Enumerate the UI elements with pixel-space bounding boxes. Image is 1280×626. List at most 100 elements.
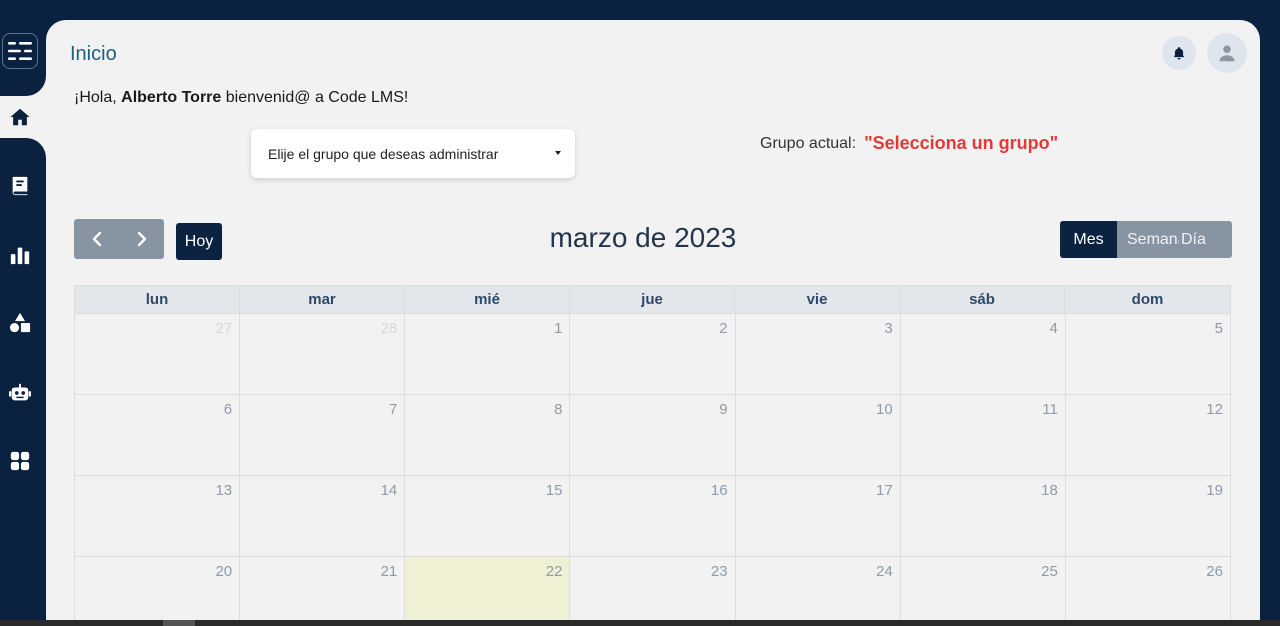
caret-down-icon (555, 151, 561, 155)
calendar-day[interactable]: 4 (900, 314, 1066, 395)
day-number[interactable]: 27 (215, 320, 232, 337)
calendar-day[interactable]: 8 (405, 395, 571, 476)
day-number[interactable]: 26 (1206, 563, 1223, 580)
calendar-day[interactable]: 17 (735, 476, 901, 557)
sidebar-item-home[interactable] (0, 97, 40, 137)
calendar-day[interactable]: 20 (75, 557, 241, 620)
calendar-day[interactable]: 10 (735, 395, 901, 476)
sidebar-item-courses[interactable] (0, 166, 40, 206)
book-icon (12, 176, 28, 196)
calendar-day[interactable]: 3 (735, 314, 901, 395)
home-icon (10, 108, 30, 126)
bottom-scrollbar[interactable] (0, 620, 1280, 626)
sidebar (0, 0, 46, 626)
avatar[interactable] (1207, 33, 1247, 73)
view-switcher: Mes Semana Día (1060, 221, 1232, 258)
day-number[interactable]: 9 (719, 401, 727, 418)
greeting-suffix: bienvenid@ a Code LMS! (225, 89, 409, 106)
day-number[interactable]: 12 (1206, 401, 1223, 418)
active-tab-curve-top (0, 76, 46, 96)
calendar-day[interactable]: 1 (405, 314, 571, 395)
weekday-sun: dom (1131, 291, 1164, 308)
calendar-day[interactable]: 28 (240, 314, 406, 395)
grid-icon (10, 451, 30, 471)
sidebar-item-bot[interactable] (0, 373, 40, 413)
weekday-wed: mié (405, 286, 570, 313)
menu-icon (8, 42, 32, 60)
calendar-day[interactable]: 14 (240, 476, 406, 557)
day-number[interactable]: 24 (876, 563, 893, 580)
calendar-day[interactable]: 13 (75, 476, 241, 557)
weekday-thu: jue (570, 286, 735, 313)
day-number[interactable]: 23 (711, 563, 728, 580)
calendar-day[interactable]: 7 (240, 395, 406, 476)
robot-icon (9, 383, 31, 401)
bell-icon (1173, 47, 1185, 60)
greeting-prefix: ¡Hola, (74, 89, 117, 106)
sidebar-item-stats[interactable] (0, 235, 40, 275)
calendar-day[interactable]: 19 (1065, 476, 1231, 557)
user-name: Alberto Torre (121, 89, 222, 106)
day-number[interactable]: 21 (381, 563, 398, 580)
calendar-day[interactable]: 18 (900, 476, 1066, 557)
calendar-day[interactable]: 12 (1065, 395, 1231, 476)
day-number[interactable]: 8 (554, 401, 562, 418)
day-number[interactable]: 20 (215, 563, 232, 580)
calendar-day[interactable]: 2 (570, 314, 736, 395)
calendar-day[interactable]: 27 (75, 314, 241, 395)
active-tab-curve-bottom (0, 138, 46, 158)
welcome-message: ¡Hola, Alberto Torre bienvenid@ a Code L… (74, 89, 408, 107)
day-number[interactable]: 17 (876, 482, 893, 499)
day-number[interactable]: 22 (546, 563, 563, 580)
calendar-day[interactable]: 21 (240, 557, 406, 620)
page-title: Inicio (70, 43, 117, 65)
calendar-day[interactable]: 25 (901, 557, 1066, 620)
day-number[interactable]: 15 (546, 482, 563, 499)
day-number[interactable]: 19 (1206, 482, 1223, 499)
day-number[interactable]: 4 (1050, 320, 1058, 337)
current-group: Grupo actual: "Selecciona un grupo" (760, 133, 1058, 154)
day-number[interactable]: 18 (1041, 482, 1058, 499)
day-number[interactable]: 7 (389, 401, 397, 418)
weekday-sat: sáb (900, 286, 1065, 313)
day-number[interactable]: 5 (1215, 320, 1223, 337)
calendar-day[interactable]: 16 (570, 476, 736, 557)
calendar-day[interactable]: 9 (570, 395, 736, 476)
view-day-button[interactable]: Día (1179, 221, 1232, 258)
current-group-value: "Selecciona un grupo" (864, 133, 1059, 153)
calendar-day[interactable]: 15 (405, 476, 571, 557)
group-select-label: Elije el grupo que deseas administrar (268, 145, 499, 162)
calendar-day[interactable]: 5 (1065, 314, 1231, 395)
day-number[interactable]: 13 (215, 482, 232, 499)
day-number[interactable]: 1 (554, 320, 562, 337)
sidebar-item-resources[interactable] (0, 303, 40, 343)
calendar-day[interactable]: 26 (1066, 557, 1231, 620)
calendar-grid: lun mar mié jue vie sáb dom 27 28 1 2 3 4 5 6 7 8… (74, 285, 1231, 620)
day-number[interactable]: 14 (381, 482, 398, 499)
day-number[interactable]: 10 (876, 401, 893, 418)
weekday-fri: vie (735, 286, 900, 313)
day-number[interactable]: 25 (1041, 563, 1058, 580)
group-select[interactable]: Elije el grupo que deseas administrar (251, 129, 575, 178)
weekday-mon: lun (75, 286, 240, 313)
calendar-day[interactable]: 23 (570, 557, 736, 620)
notifications-button[interactable] (1162, 36, 1196, 70)
day-number[interactable]: 16 (711, 482, 728, 499)
calendar-day-today[interactable]: 22 (405, 557, 571, 620)
view-week-button[interactable]: Semana (1117, 221, 1179, 258)
calendar-day[interactable]: 6 (75, 395, 241, 476)
current-group-label: Grupo actual: (760, 134, 857, 152)
day-number[interactable]: 6 (224, 401, 232, 418)
day-number[interactable]: 28 (381, 320, 398, 337)
menu-toggle-button[interactable] (2, 33, 38, 69)
calendar-days: 27 28 1 2 3 4 5 6 7 8 9 10 11 12 13 14 15 16 17 18 19 20 21 22 2… (74, 314, 1231, 620)
main-content: Inicio ¡Hola, Alberto Torre bienvenid@ a… (46, 20, 1260, 620)
day-number[interactable]: 2 (719, 320, 727, 337)
day-number[interactable]: 11 (1042, 401, 1058, 418)
day-number[interactable]: 3 (884, 320, 892, 337)
calendar-day[interactable]: 11 (900, 395, 1066, 476)
sidebar-item-apps[interactable] (0, 441, 40, 481)
view-month-button[interactable]: Mes (1060, 221, 1117, 258)
shapes-icon (9, 312, 31, 333)
calendar-day[interactable]: 24 (736, 557, 901, 620)
